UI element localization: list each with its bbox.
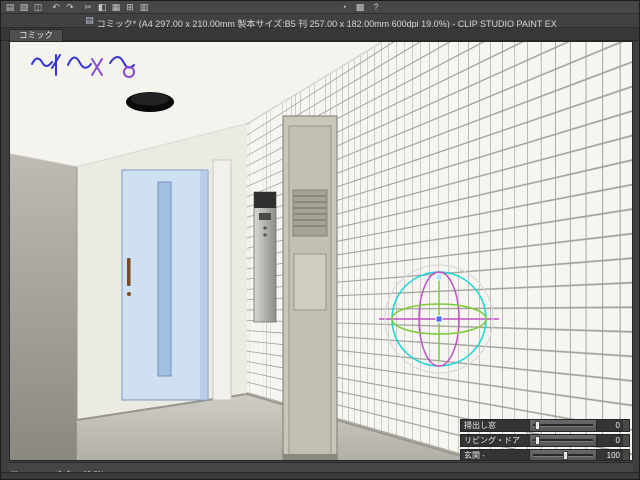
cabinet-vent	[292, 189, 328, 237]
title-bar: ▤ コミック* (A4 297.00 x 210.00mm 製本サイズ:B5 刊 …	[1, 14, 639, 29]
save-icon[interactable]: ◫	[31, 1, 45, 14]
elevator-button	[263, 233, 267, 237]
cabinet-plate	[293, 253, 327, 311]
paste-icon[interactable]: ▦	[109, 1, 123, 14]
elevator-panel	[253, 191, 277, 323]
part-value: 0	[597, 435, 623, 446]
status-bar	[1, 472, 639, 479]
part-label: 掃出し窓	[461, 420, 529, 431]
redo-icon[interactable]: ↷	[63, 1, 77, 14]
3d-manipulator-gizmo[interactable]	[379, 264, 499, 374]
part-label: リビング・ドア	[461, 435, 529, 446]
door-jamb	[212, 159, 232, 401]
door-stripe	[157, 181, 172, 377]
door-shadow-edge	[200, 171, 207, 399]
cabinet-base-shadow	[283, 454, 337, 460]
3d-scene-viewport[interactable]: 掃出し窓 0 リビング・ドア 0 玄関 - 100	[10, 42, 632, 460]
slider-handle[interactable]	[535, 421, 541, 430]
tab-comic[interactable]: コミック	[9, 29, 64, 41]
canvas-navigation-bar: ◱−+▭↺↻19.0%	[9, 462, 633, 478]
part-row-entrance: 玄関 - 100	[460, 449, 630, 460]
grid-icon[interactable]: ⊞	[123, 1, 137, 14]
help-icon[interactable]: ?	[369, 1, 383, 14]
command-bar: ▤ ▧ ◫ ↶ ↷ ✂ ◧ ▦ ⊞ ▥ ◔ ▩ ?	[1, 1, 639, 14]
3d-object-parts-panel: 掃出し窓 0 リビング・ドア 0 玄関 - 100	[460, 419, 630, 460]
door-handle	[127, 258, 131, 286]
elevator-panel-slot	[259, 213, 271, 220]
rotate-view-icon[interactable]: ◔	[337, 1, 351, 14]
copy-icon[interactable]: ◧	[95, 1, 109, 14]
utility-cabinet	[282, 115, 338, 460]
part-label: 玄関 -	[461, 450, 529, 460]
part-value: 100	[597, 450, 623, 460]
door-lock	[127, 292, 131, 296]
app-window: ▤ ▧ ◫ ↶ ↷ ✂ ◧ ▦ ⊞ ▥ ◔ ▩ ? ▤ コミック* (A4 297…	[0, 0, 640, 480]
part-slider[interactable]	[529, 450, 597, 460]
slider-groove	[533, 439, 593, 442]
blue-door	[121, 169, 209, 401]
cut-icon[interactable]: ✂	[81, 1, 95, 14]
undo-icon[interactable]: ↶	[49, 1, 63, 14]
slider-groove	[533, 424, 593, 427]
canvas-tab-bar: コミック	[1, 28, 639, 41]
slider-handle[interactable]	[563, 451, 568, 460]
ceiling-light-inner	[131, 92, 169, 106]
gizmo-center-handle[interactable]	[435, 315, 443, 323]
slider-handle[interactable]	[535, 436, 541, 445]
document-icon: ▤	[85, 15, 94, 25]
elevator-button	[263, 226, 267, 230]
part-row-living-door: リビング・ドア 0	[460, 434, 630, 447]
part-slider[interactable]	[529, 420, 597, 431]
ruler-icon[interactable]: ▥	[137, 1, 151, 14]
part-slider[interactable]	[529, 435, 597, 446]
part-row-window: 掃出し窓 0	[460, 419, 630, 432]
left-wall	[10, 154, 77, 460]
display-settings-icon[interactable]: ▩	[353, 1, 367, 14]
open-file-icon[interactable]: ▧	[17, 1, 31, 14]
elevator-panel-display	[254, 192, 276, 208]
document-canvas[interactable]: 掃出し窓 0 リビング・ドア 0 玄関 - 100	[9, 41, 633, 461]
new-canvas-icon[interactable]: ▤	[3, 1, 17, 14]
part-value: 0	[597, 420, 623, 431]
gizmo-top-handle[interactable]	[435, 273, 443, 281]
scene-overlay	[10, 42, 499, 460]
